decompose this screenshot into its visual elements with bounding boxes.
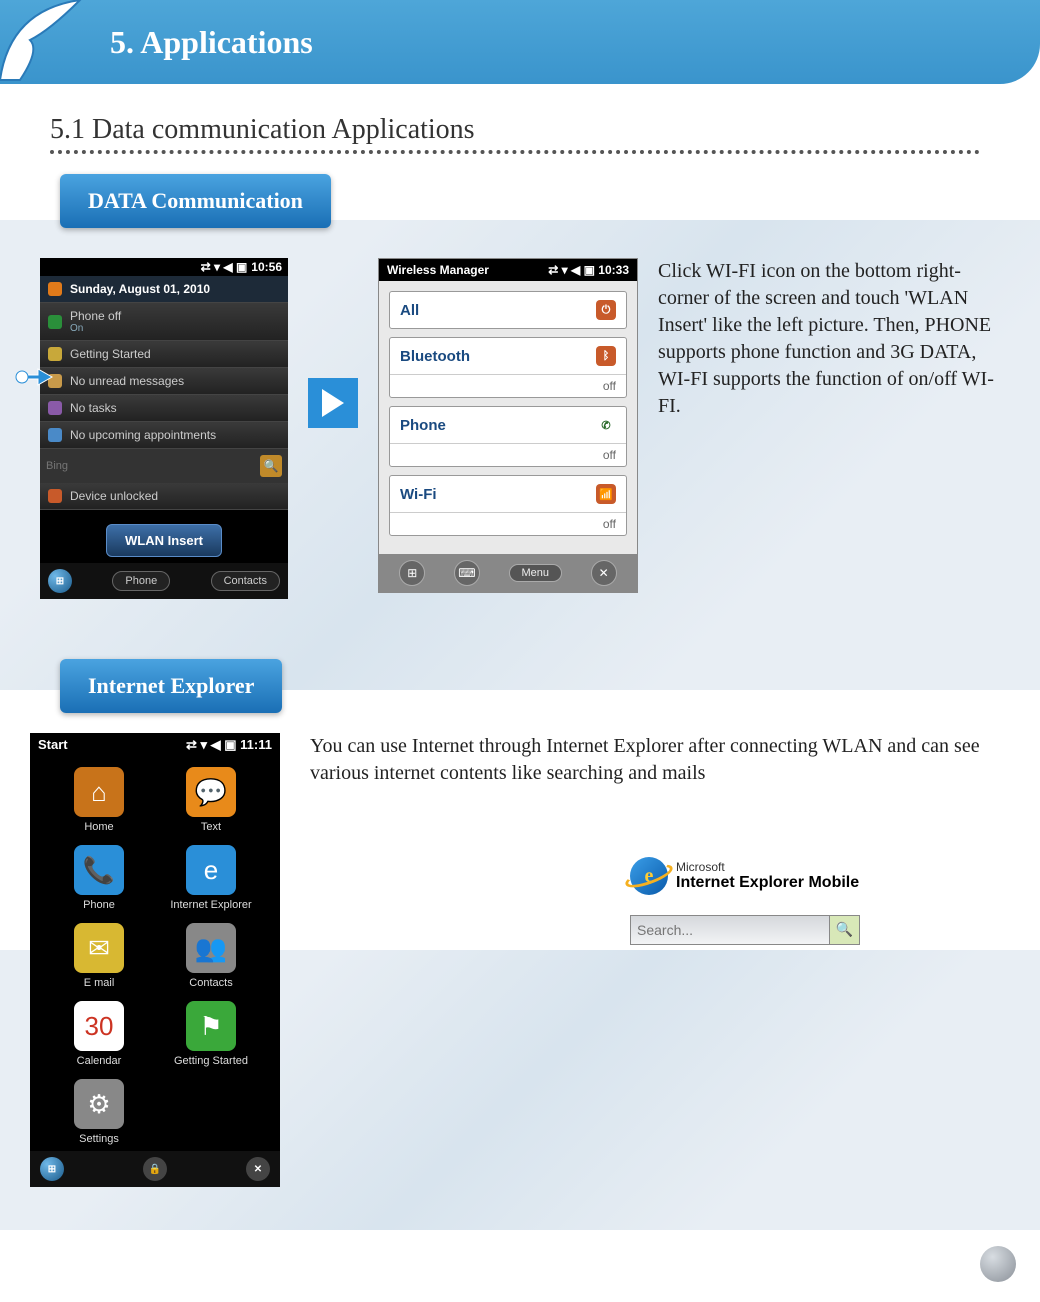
wlan-insert-button[interactable]: WLAN Insert xyxy=(106,524,222,557)
ie-search-input[interactable] xyxy=(631,916,829,944)
task-icon xyxy=(48,401,62,415)
ie-brand-text: Microsoft Internet Explorer Mobile xyxy=(676,861,859,892)
app-icon: 30 xyxy=(74,1001,124,1051)
app-label: Calendar xyxy=(77,1055,122,1067)
app-tile[interactable]: ✉ E mail xyxy=(48,923,150,989)
pointing-hand-icon xyxy=(14,355,54,395)
search-icon[interactable]: 🔍 xyxy=(829,916,859,944)
list-item: No tasks xyxy=(40,395,288,422)
wm-phone-row[interactable]: Phone✆ off xyxy=(389,406,627,467)
lock-icon[interactable]: 🔒 xyxy=(143,1157,167,1181)
power-icon: ⏻ xyxy=(596,300,616,320)
wm-title-bar: Wireless Manager ⇄ ▾ ◀ ▣ 10:33 xyxy=(379,259,637,281)
list-item: No upcoming appointments xyxy=(40,422,288,449)
app-label: Text xyxy=(201,821,221,833)
app-icon: ✉ xyxy=(74,923,124,973)
instruction-text: You can use Internet through Internet Ex… xyxy=(310,733,1010,787)
appt-icon xyxy=(48,428,62,442)
app-icon: ⚙ xyxy=(74,1079,124,1129)
ie-logo-icon: e xyxy=(630,857,668,895)
wm-wifi-row[interactable]: Wi-Fi📶 off xyxy=(389,475,627,536)
wm-state: off xyxy=(390,512,626,535)
start-title-bar: Start ⇄ ▾ ◀ ▣ 11:11 xyxy=(30,733,280,757)
app-icon: 👥 xyxy=(186,923,236,973)
windows-start-icon[interactable]: ⊞ xyxy=(399,560,425,586)
chapter-title: 5. Applications xyxy=(110,24,313,61)
bing-input[interactable] xyxy=(46,460,260,472)
instruction-text: Click WI-FI icon on the bottom right-cor… xyxy=(658,258,998,420)
windows-start-icon[interactable]: ⊞ xyxy=(48,569,72,593)
subsection-pill-data-comm: DATA Communication xyxy=(60,174,331,228)
ie-search-bar[interactable]: 🔍 xyxy=(630,915,860,945)
app-icon: 📞 xyxy=(74,845,124,895)
app-icon: e xyxy=(186,845,236,895)
app-tile[interactable]: 💬 Text xyxy=(160,767,262,833)
app-icon xyxy=(186,1079,236,1129)
windows-start-icon[interactable]: ⊞ xyxy=(40,1157,64,1181)
app-tile[interactable]: ⚑ Getting Started xyxy=(160,1001,262,1067)
signal-icon: ⇄ ▾ ◀ ▣ xyxy=(186,737,237,752)
app-tile[interactable]: e Internet Explorer xyxy=(160,845,262,911)
subsection-pill-ie: Internet Explorer xyxy=(60,659,282,713)
search-icon[interactable]: 🔍 xyxy=(260,455,282,477)
keyboard-icon[interactable]: ⌨ xyxy=(454,560,480,586)
signal-icon: ⇄ ▾ ◀ ▣ xyxy=(201,260,248,274)
signal-icon: ⇄ ▾ ◀ ▣ xyxy=(548,263,595,277)
list-item: Getting Started xyxy=(40,341,288,368)
phone-icon xyxy=(48,315,62,329)
unlock-icon xyxy=(48,489,62,503)
list-item: No unread messages xyxy=(40,368,288,395)
app-tile[interactable]: 👥 Contacts xyxy=(160,923,262,989)
screenshot-start-menu: Start ⇄ ▾ ◀ ▣ 11:11 ⌂ Home 💬 Text 📞 Phone e Int… xyxy=(30,733,280,1187)
app-label: Getting Started xyxy=(174,1055,248,1067)
bing-search[interactable]: 🔍 xyxy=(40,449,288,483)
app-label: Home xyxy=(84,821,113,833)
chapter-header: 5. Applications xyxy=(0,0,1040,84)
app-label: Contacts xyxy=(189,977,232,989)
clock: 11:11 xyxy=(240,737,272,752)
clock: 10:56 xyxy=(251,260,282,274)
app-label: E mail xyxy=(84,977,115,989)
screenshot-ie-mobile: e Microsoft Internet Explorer Mobile 🔍 xyxy=(630,857,920,945)
clock: 10:33 xyxy=(598,263,629,277)
softkey-contacts[interactable]: Contacts xyxy=(211,571,280,591)
app-label: Internet Explorer xyxy=(170,899,251,911)
soft-key-bar: ⊞ Phone Contacts xyxy=(40,563,288,599)
divider-dots xyxy=(50,150,980,154)
phone-status: Phone off On xyxy=(40,303,288,341)
wm-all-row[interactable]: All⏻ xyxy=(389,291,627,329)
screenshot-wireless-manager: Wireless Manager ⇄ ▾ ◀ ▣ 10:33 All⏻ Blue… xyxy=(378,258,638,593)
app-tile[interactable]: ⚙ Settings xyxy=(48,1079,150,1145)
wm-bluetooth-row[interactable]: Bluetoothᛒ off xyxy=(389,337,627,398)
today-date: Sunday, August 01, 2010 xyxy=(40,276,288,303)
wm-state: off xyxy=(390,443,626,466)
app-label: Phone xyxy=(83,899,115,911)
menu-button[interactable]: Menu xyxy=(509,564,563,582)
wm-state: off xyxy=(390,374,626,397)
section-title: 5.1 Data communication Applications xyxy=(50,114,1040,146)
app-icon: 💬 xyxy=(186,767,236,817)
bluetooth-icon: ᛒ xyxy=(596,346,616,366)
brand-logo-icon xyxy=(0,0,90,90)
app-icon: ⌂ xyxy=(74,767,124,817)
app-tile[interactable]: 📞 Phone xyxy=(48,845,150,911)
arrow-right-icon xyxy=(308,378,358,428)
wifi-icon: 📶 xyxy=(596,484,616,504)
close-icon[interactable]: ✕ xyxy=(246,1157,270,1181)
calendar-icon xyxy=(48,282,62,296)
wm-soft-bar: ⊞ ⌨ Menu ✕ xyxy=(379,554,637,592)
globe-icon xyxy=(980,1246,1016,1282)
phone-icon: ✆ xyxy=(596,415,616,435)
app-icon: ⚑ xyxy=(186,1001,236,1051)
device-unlocked: Device unlocked xyxy=(40,483,288,510)
screenshot-home-today: ⇄ ▾ ◀ ▣ 10:56 Sunday, August 01, 2010 Ph… xyxy=(40,258,288,599)
start-soft-bar: ⊞ 🔒 ✕ xyxy=(30,1151,280,1187)
status-bar: ⇄ ▾ ◀ ▣ 10:56 xyxy=(40,258,288,276)
app-tile[interactable]: ⌂ Home xyxy=(48,767,150,833)
softkey-phone[interactable]: Phone xyxy=(112,571,170,591)
app-tile[interactable]: 30 Calendar xyxy=(48,1001,150,1067)
app-label: Settings xyxy=(79,1133,119,1145)
close-icon[interactable]: ✕ xyxy=(591,560,617,586)
app-tile[interactable] xyxy=(160,1079,262,1145)
